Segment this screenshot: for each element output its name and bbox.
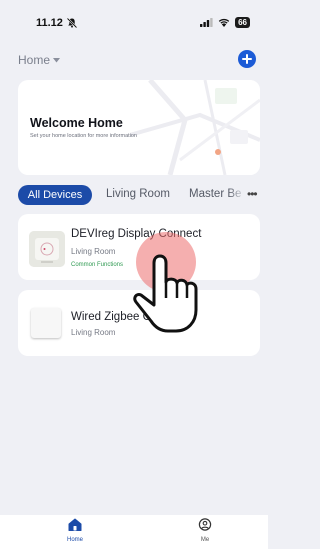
wifi-icon bbox=[218, 18, 230, 27]
tab-living-room[interactable]: Living Room bbox=[106, 188, 170, 200]
welcome-card[interactable]: Welcome Home Set your home location for … bbox=[18, 80, 260, 175]
signal-icon bbox=[200, 18, 213, 27]
pointing-hand-icon bbox=[133, 254, 198, 333]
gateway-thumbnail bbox=[31, 308, 61, 338]
tabs-fade bbox=[228, 185, 246, 205]
welcome-subtitle: Set your home location for more informat… bbox=[30, 133, 137, 139]
home-icon bbox=[68, 518, 82, 531]
welcome-title: Welcome Home bbox=[30, 116, 123, 130]
device-room: Living Room bbox=[71, 328, 116, 337]
device-room: Living Room bbox=[71, 247, 116, 256]
status-time: 11.12 bbox=[36, 17, 63, 29]
more-icon[interactable]: ••• bbox=[247, 187, 258, 201]
plus-circle-icon[interactable] bbox=[238, 50, 256, 68]
map-illustration bbox=[130, 80, 260, 175]
common-functions-link[interactable]: Common Functions bbox=[71, 262, 123, 268]
bell-off-icon bbox=[66, 17, 78, 29]
caret-down-icon bbox=[53, 57, 61, 62]
thermostat-thumbnail bbox=[29, 231, 65, 267]
home-selector[interactable]: Home bbox=[18, 53, 61, 67]
profile-icon bbox=[198, 518, 212, 531]
home-selector-label: Home bbox=[18, 53, 51, 67]
tab-bar-me-label: Me bbox=[200, 537, 210, 543]
status-bar: 11.12 66 bbox=[0, 0, 268, 44]
bottom-tab-bar: Home Me bbox=[0, 515, 268, 549]
tab-all-devices[interactable]: All Devices bbox=[18, 185, 92, 205]
tab-bar-home[interactable]: Home bbox=[60, 518, 90, 543]
tab-bar-home-label: Home bbox=[66, 537, 83, 543]
room-tabs: All Devices Living Room Master Be ••• bbox=[18, 185, 262, 205]
tab-bar-me[interactable]: Me bbox=[190, 518, 220, 543]
battery-indicator: 66 bbox=[235, 17, 250, 28]
